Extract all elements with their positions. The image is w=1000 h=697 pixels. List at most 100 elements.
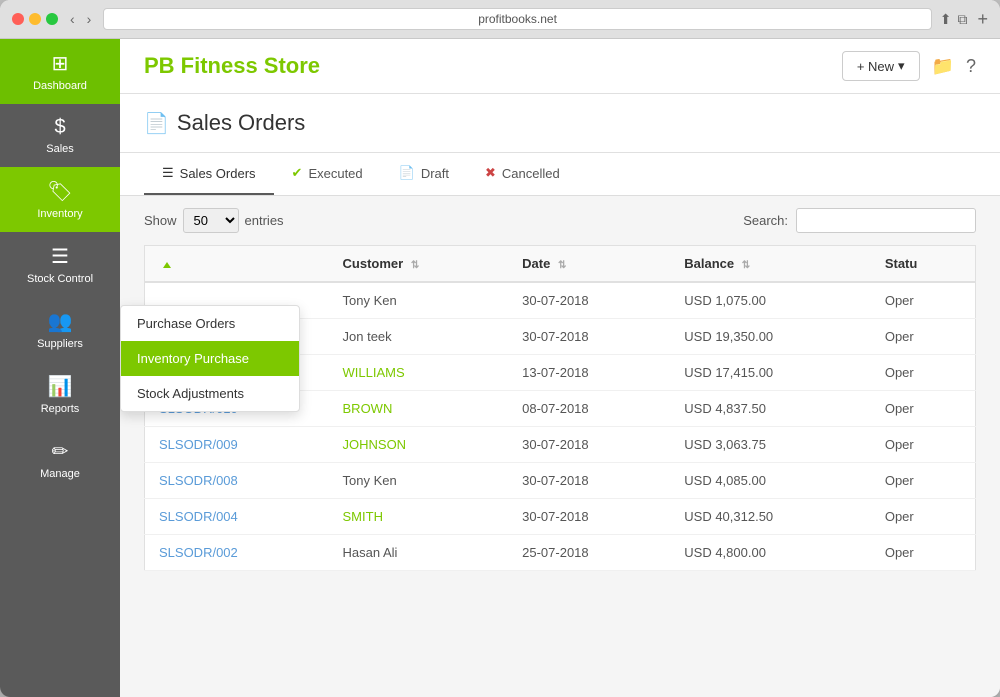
entries-select[interactable]: 50 25 100 [183,208,239,233]
sidebar-item-reports[interactable]: 📊 Reports [0,362,120,427]
page-header: 📄 Sales Orders [120,94,1000,153]
cell-customer[interactable]: WILLIAMS [329,355,509,391]
cell-balance: USD 19,350.00 [670,319,871,355]
sort-icon-customer: ⇅ [411,260,419,271]
col-date[interactable]: Date ⇅ [508,246,670,283]
tab-draft[interactable]: 📄 Draft [381,153,467,195]
sort-icon-balance: ⇅ [742,260,750,271]
cell-customer: Tony Ken [329,282,509,319]
reports-icon: 📊 [48,374,73,399]
show-entries: Show 50 25 100 entries [144,208,284,233]
tab-draft-label: Draft [421,166,449,181]
tab-cancelled[interactable]: ✖ Cancelled [467,153,578,195]
tab-cancelled-label: Cancelled [502,166,560,181]
entries-label: entries [245,213,284,228]
sidebar-label-suppliers: Suppliers [37,338,83,350]
forward-button[interactable]: › [83,9,96,29]
cell-balance: USD 1,075.00 [670,282,871,319]
app-title: PB Fitness Store [144,53,320,79]
cell-customer[interactable]: SMITH [329,499,509,535]
cell-status: Oper [871,319,976,355]
controls-row: Show 50 25 100 entries Search: [120,196,1000,245]
suppliers-icon: 👥 [48,309,73,334]
sidebar-item-sales[interactable]: $ Sales [0,104,120,167]
tab-sales-orders-label: Sales Orders [180,166,256,181]
search-box: Search: [743,208,976,233]
tab-executed-label: Executed [308,166,362,181]
table-row: SLSODR/002 Hasan Ali 25-07-2018 USD 4,80… [145,535,976,571]
cell-order-no[interactable]: SLSODR/002 [145,535,329,571]
tab-button[interactable]: ⧉ [957,9,967,30]
sidebar-label-manage: Manage [40,468,80,480]
new-button-label: + New [857,59,894,74]
folder-icon-button[interactable]: 📁 [932,56,954,77]
col-customer[interactable]: Customer ⇅ [329,246,509,283]
cell-balance: USD 40,312.50 [670,499,871,535]
new-tab-button[interactable]: + [977,9,988,30]
cell-customer[interactable]: BROWN [329,391,509,427]
tab-sales-orders-icon: ☰ [162,165,174,181]
sort-arrow-order [163,262,171,268]
cell-status: Oper [871,463,976,499]
cell-status: Oper [871,282,976,319]
col-date-label: Date [522,256,550,271]
table-row: SLSODR/008 Tony Ken 30-07-2018 USD 4,085… [145,463,976,499]
cell-date: 13-07-2018 [508,355,670,391]
cell-customer[interactable]: JOHNSON [329,427,509,463]
cell-date: 08-07-2018 [508,391,670,427]
sidebar-item-manage[interactable]: ✏ Manage [0,427,120,492]
help-icon-button[interactable]: ? [966,56,976,77]
sidebar-item-suppliers[interactable]: 👥 Suppliers [0,297,120,362]
cell-date: 30-07-2018 [508,282,670,319]
main-area: PB Fitness Store + New ▾ 📁 ? 📄 Sales Ord… [120,39,1000,697]
address-bar[interactable]: profitbooks.net [103,8,931,30]
share-button[interactable]: ⬆ [940,9,952,30]
close-button[interactable] [12,13,24,25]
minimize-button[interactable] [29,13,41,25]
new-button-arrow: ▾ [898,58,905,74]
col-order-no [145,246,329,283]
dashboard-icon: ⊞ [52,51,69,76]
cell-order-no[interactable]: SLSODR/009 [145,427,329,463]
browser-actions: ⬆ ⧉ + [940,9,988,30]
page-title: Sales Orders [177,110,305,136]
sidebar-item-inventory[interactable]: 🏷 Inventory [0,167,120,232]
cell-order-no[interactable]: SLSODR/004 [145,499,329,535]
top-header: PB Fitness Store + New ▾ 📁 ? [120,39,1000,94]
tab-executed-icon: ✔ [292,165,303,181]
show-label: Show [144,213,177,228]
nav-buttons: ‹ › [66,9,95,29]
tab-sales-orders[interactable]: ☰ Sales Orders [144,153,274,195]
col-balance[interactable]: Balance ⇅ [670,246,871,283]
sidebar-item-stock-control[interactable]: ☰ Stock Control [0,232,120,297]
cell-status: Oper [871,391,976,427]
table-header: Customer ⇅ Date ⇅ Balance ⇅ [145,246,976,283]
dropdown-item-purchase-orders[interactable]: Purchase Orders [121,306,299,341]
back-button[interactable]: ‹ [66,9,79,29]
header-actions: + New ▾ 📁 ? [842,51,976,81]
sidebar-label-sales: Sales [46,143,74,155]
dropdown-item-inventory-purchase[interactable]: Inventory Purchase [121,341,299,376]
browser-chrome: ‹ › profitbooks.net ⬆ ⧉ + [0,0,1000,39]
new-button[interactable]: + New ▾ [842,51,920,81]
page-icon: 📄 [144,111,169,136]
sidebar-label-reports: Reports [41,403,80,415]
search-input[interactable] [796,208,976,233]
sidebar-label-stock-control: Stock Control [27,273,93,285]
app-container: ⊞ Dashboard $ Sales 🏷 Inventory ☰ Stock … [0,39,1000,697]
col-status: Statu [871,246,976,283]
dropdown-item-stock-adjustments[interactable]: Stock Adjustments [121,376,299,411]
cell-order-no[interactable]: SLSODR/008 [145,463,329,499]
table-row: SLSODR/009 JOHNSON 30-07-2018 USD 3,063.… [145,427,976,463]
cell-customer: Tony Ken [329,463,509,499]
dropdown-menu: Purchase Orders Inventory Purchase Stock… [120,305,300,412]
maximize-button[interactable] [46,13,58,25]
col-balance-label: Balance [684,256,734,271]
search-label: Search: [743,213,788,228]
cell-date: 25-07-2018 [508,535,670,571]
tab-executed[interactable]: ✔ Executed [274,153,381,195]
sidebar-item-dashboard[interactable]: ⊞ Dashboard [0,39,120,104]
stock-control-icon: ☰ [51,244,69,269]
cell-date: 30-07-2018 [508,427,670,463]
sort-icon-date: ⇅ [558,260,566,271]
